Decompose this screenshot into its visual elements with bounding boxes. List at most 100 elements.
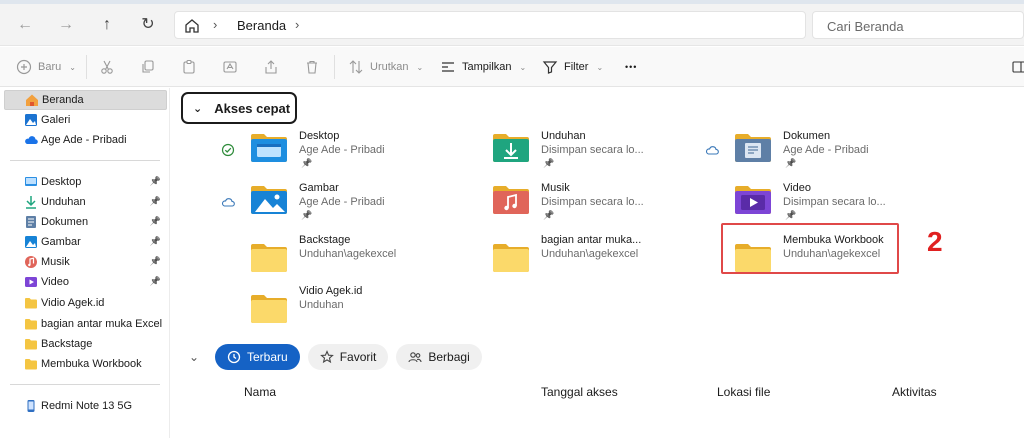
column-header-name[interactable]: Nama — [244, 385, 276, 399]
search-placeholder: Cari Beranda — [827, 19, 904, 34]
sync-check-icon — [221, 143, 235, 157]
forward-button[interactable]: → — [55, 14, 77, 36]
copy-button[interactable] — [140, 57, 156, 77]
pin-icon[interactable]: 📌 — [150, 216, 161, 227]
quick-access-item-desktop[interactable]: Desktop Age Ade - Pribadi 📌 — [249, 130, 469, 174]
search-input[interactable]: Cari Beranda — [812, 11, 1024, 39]
pin-icon[interactable]: 📌 — [150, 256, 161, 267]
sidebar-item-membuka-workbook[interactable]: Membuka Workbook — [4, 354, 167, 374]
quick-access-item-unduhan[interactable]: Unduhan Disimpan secara lo... 📌 — [491, 130, 711, 174]
home-icon — [183, 17, 201, 35]
gallery-icon — [24, 113, 38, 127]
share-button[interactable] — [263, 57, 279, 77]
chevron-down-icon[interactable]: ⌄ — [181, 350, 207, 364]
filter-button[interactable]: Filter ⌄ — [542, 57, 603, 77]
breadcrumb-expand-icon[interactable]: › — [295, 17, 299, 32]
quick-access-item-vidio-agek-id[interactable]: Vidio Agek.id Unduhan — [249, 285, 469, 329]
pictures-folder-icon — [249, 182, 289, 216]
pin-icon: 📌 — [785, 210, 797, 220]
quick-access-item-gambar[interactable]: Gambar Age Ade - Pribadi 📌 — [249, 182, 469, 226]
desktop-folder-icon — [249, 130, 289, 164]
content-area: ⌄ Akses cepat 2 ⌄ Terbaru Favorit Berbag… — [171, 88, 1024, 438]
quick-access-item-musik[interactable]: Musik Disimpan secara lo... 📌 — [491, 182, 711, 226]
sort-icon — [349, 60, 363, 74]
sidebar-item-label: Galeri — [41, 114, 71, 126]
sidebar-item-redmi-note-13-5g[interactable]: Redmi Note 13 5G — [4, 396, 167, 416]
item-location: Unduhan\agekexcel — [783, 248, 881, 260]
view-button[interactable]: Tampilkan ⌄ — [440, 57, 526, 77]
up-button[interactable]: ↑ — [96, 14, 118, 36]
sidebar-item-dokumen[interactable]: Dokumen 📌 — [4, 212, 167, 232]
item-location: Unduhan\agekexcel — [541, 248, 639, 260]
chevron-down-icon: ⌄ — [596, 62, 604, 72]
item-location: Age Ade - Pribadi — [783, 144, 869, 156]
sidebar-item-label: Age Ade - Pribadi — [41, 134, 127, 146]
sidebar-item-label: Vidio Agek.id — [41, 297, 105, 309]
more-options-button[interactable]: ••• — [625, 57, 637, 77]
sidebar-item-unduhan[interactable]: Unduhan 📌 — [4, 192, 167, 212]
sidebar-item-vidio-agek-id[interactable]: Vidio Agek.id — [4, 293, 167, 313]
view-layout-icon — [442, 62, 454, 72]
address-row: ← → ↑ ↻ › Beranda › Cari Beranda — [0, 4, 1024, 46]
sidebar-divider — [10, 160, 160, 161]
sidebar-item-gambar[interactable]: Gambar 📌 — [4, 232, 167, 252]
delete-button[interactable] — [304, 57, 320, 77]
item-location: Age Ade - Pribadi — [299, 196, 385, 208]
rename-button[interactable] — [222, 57, 238, 77]
quick-access-item-backstage[interactable]: Backstage Unduhan\agekexcel — [249, 234, 469, 278]
music-icon — [24, 255, 38, 269]
chevron-down-icon: ⌄ — [69, 62, 76, 72]
copy-icon — [142, 60, 154, 73]
pin-icon[interactable]: 📌 — [150, 236, 161, 247]
star-icon — [319, 350, 334, 364]
details-pane-button[interactable] — [1012, 57, 1024, 77]
refresh-button[interactable]: ↻ — [137, 14, 159, 36]
column-header-file-location[interactable]: Lokasi file — [717, 385, 770, 399]
back-button[interactable]: ← — [14, 14, 36, 36]
clock-icon — [227, 350, 241, 364]
sidebar-item-video[interactable]: Video 📌 — [4, 272, 167, 292]
sort-button[interactable]: Urutkan ⌄ — [348, 57, 423, 77]
plus-circle-icon — [16, 59, 32, 75]
download-folder-icon — [491, 130, 531, 164]
rename-icon — [223, 61, 237, 73]
address-bar[interactable]: › Beranda › — [174, 11, 806, 39]
toolbar-divider — [86, 55, 87, 79]
sidebar-item-bagian-antar-muka-excel[interactable]: bagian antar muka Excel — [4, 314, 167, 334]
quick-access-item-dokumen[interactable]: Dokumen Age Ade - Pribadi 📌 — [733, 130, 953, 174]
desktop-icon — [24, 175, 38, 189]
new-button[interactable]: Baru ⌄ — [16, 57, 76, 77]
pin-icon[interactable]: 📌 — [150, 276, 161, 287]
item-name: Desktop — [299, 130, 340, 142]
sidebar-item-musik[interactable]: Musik 📌 — [4, 252, 167, 272]
sidebar-item-galeri[interactable]: Galeri — [4, 110, 167, 130]
pin-icon: 📌 — [301, 210, 313, 220]
column-header-activity[interactable]: Aktivitas — [892, 385, 937, 399]
music-folder-icon — [491, 182, 531, 216]
sidebar-item-age-ade-pribadi[interactable]: Age Ade - Pribadi — [4, 130, 167, 150]
item-name: Backstage — [299, 234, 351, 246]
sidebar-item-backstage[interactable]: Backstage — [4, 334, 167, 354]
sidebar-item-desktop[interactable]: Desktop 📌 — [4, 172, 167, 192]
column-header-date-accessed[interactable]: Tanggal akses — [541, 385, 618, 399]
pin-icon[interactable]: 📌 — [150, 196, 161, 207]
tab-favorites[interactable]: Favorit — [307, 344, 389, 370]
tab-shared[interactable]: Berbagi — [396, 344, 482, 370]
view-label: Tampilkan — [462, 61, 512, 73]
sidebar-item-label: Gambar — [41, 236, 81, 248]
quick-access-item-video[interactable]: Video Disimpan secara lo... 📌 — [733, 182, 953, 226]
cut-button[interactable] — [99, 57, 115, 77]
quick-access-header[interactable]: ⌄ Akses cepat — [181, 92, 297, 124]
pin-icon[interactable]: 📌 — [150, 176, 161, 187]
item-location: Unduhan — [299, 299, 344, 311]
tab-recent[interactable]: Terbaru — [215, 344, 300, 370]
clipboard-icon — [183, 59, 195, 74]
quick-access-item-membuka-workbook[interactable]: Membuka Workbook Unduhan\agekexcel — [733, 234, 953, 278]
paste-button[interactable] — [181, 57, 197, 77]
tab-favorites-label: Favorit — [339, 350, 377, 364]
video-icon — [24, 275, 38, 289]
breadcrumb[interactable]: Beranda — [237, 18, 286, 33]
sidebar-item-beranda[interactable]: Beranda — [4, 90, 167, 110]
quick-access-item-bagian-antar-muka[interactable]: bagian antar muka... Unduhan\agekexcel — [491, 234, 711, 278]
pin-icon: 📌 — [785, 158, 797, 168]
